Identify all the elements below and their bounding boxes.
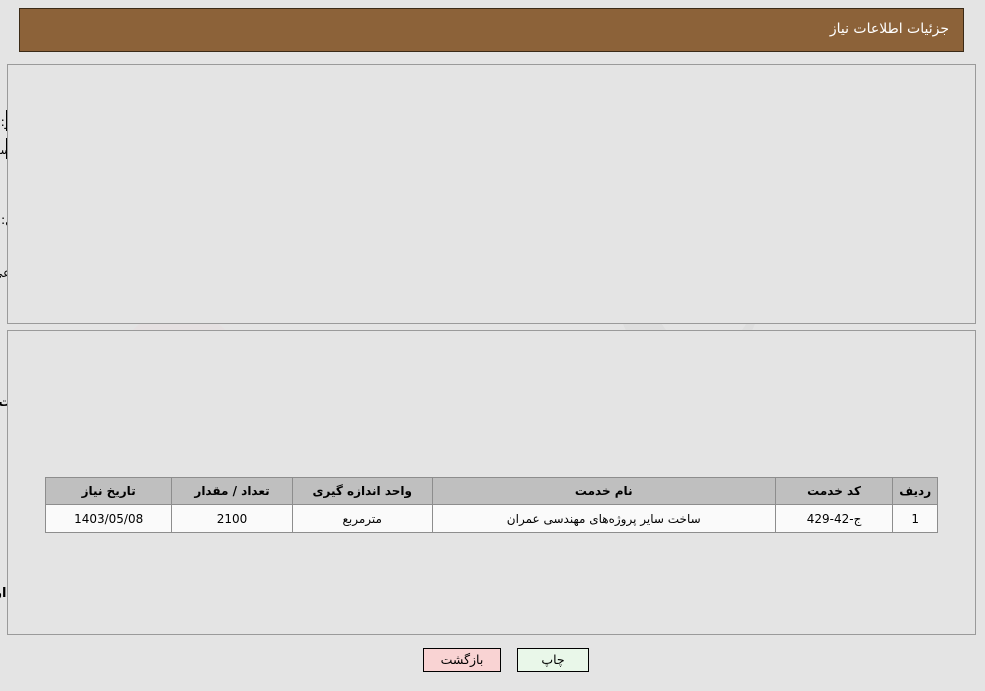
- page-header: جزئیات اطلاعات نیاز: [20, 8, 965, 52]
- print-button[interactable]: چاپ: [518, 648, 590, 672]
- need-info-panel: [8, 64, 977, 324]
- page-title: جزئیات اطلاعات نیاز: [830, 21, 950, 37]
- cell-code: ج-42-429: [775, 504, 895, 533]
- cell-name: ساخت سایر پروژه‌های مهندسی عمران: [432, 504, 777, 533]
- cell-unit: مترمربع: [292, 504, 434, 533]
- cell-row: 1: [893, 504, 939, 533]
- back-button[interactable]: بازگشت: [424, 648, 502, 672]
- cell-date: 1403/05/08: [45, 504, 174, 533]
- th-qty: تعداد / مقدار: [172, 477, 294, 505]
- services-table: ردیف کد خدمت نام خدمت واحد اندازه گیری ت…: [45, 477, 939, 533]
- th-name: نام خدمت: [432, 477, 777, 505]
- table-header-row: ردیف کد خدمت نام خدمت واحد اندازه گیری ت…: [45, 477, 939, 505]
- th-unit: واحد اندازه گیری: [292, 477, 434, 505]
- table-row: 1 ج-42-429 ساخت سایر پروژه‌های مهندسی عم…: [45, 504, 939, 533]
- th-code: کد خدمت: [775, 477, 895, 505]
- th-row: ردیف: [893, 477, 939, 505]
- cell-qty: 2100: [172, 504, 294, 533]
- th-date: تاریخ نیاز: [45, 477, 174, 505]
